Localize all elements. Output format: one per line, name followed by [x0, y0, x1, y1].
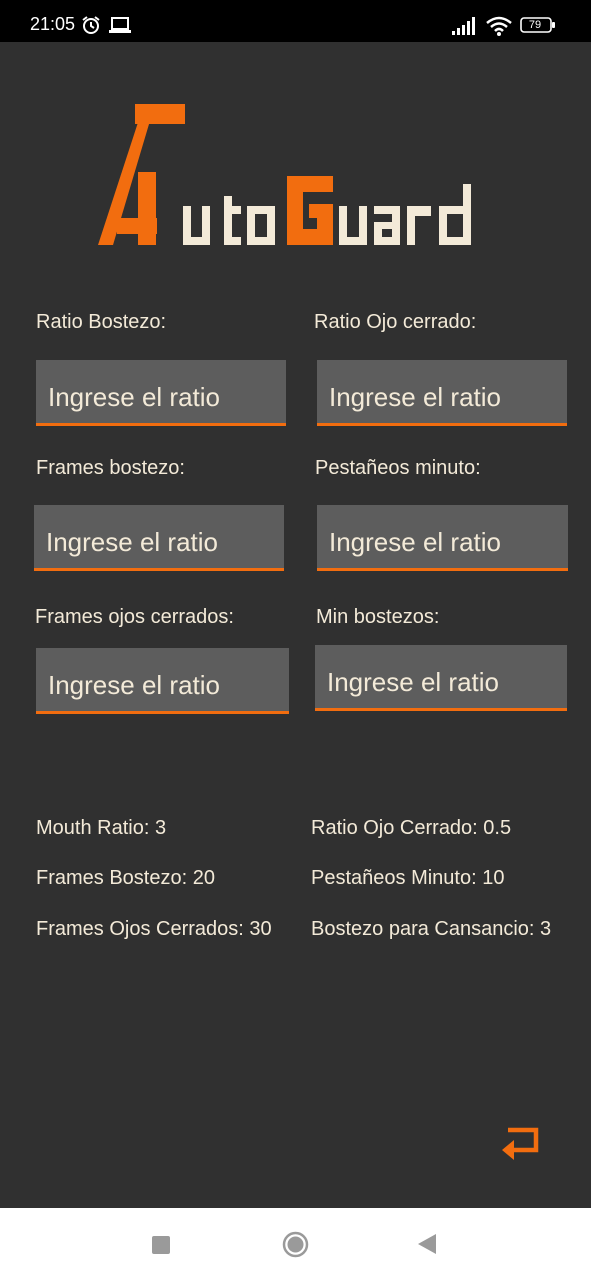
wifi-icon: [486, 16, 512, 36]
recents-button[interactable]: [151, 1235, 171, 1255]
home-button[interactable]: [282, 1231, 309, 1258]
ratio-bostezo-input[interactable]: [36, 360, 286, 426]
status-bar: 21:05 79: [0, 0, 591, 42]
ratio-ojo-cerrado-input[interactable]: [317, 360, 567, 426]
battery-level: 79: [528, 19, 542, 31]
label-ratio-bostezo: Ratio Bostezo:: [36, 311, 167, 333]
laptop-icon: [109, 17, 131, 33]
frames-bostezo-input[interactable]: [34, 505, 284, 571]
alarm-icon: [82, 16, 100, 34]
frames-ojos-cerrados-input[interactable]: [36, 648, 289, 714]
status-time: 21:05: [30, 14, 76, 34]
return-arrow-icon[interactable]: [500, 1124, 540, 1160]
mouth-ratio-value: Mouth Ratio: 3: [36, 817, 167, 839]
label-frames-bostezo: Frames bostezo:: [36, 457, 185, 479]
autoguard-logo: [98, 104, 471, 245]
navigation-bar: [0, 1208, 591, 1280]
ratio-ojo-cerrado-value: Ratio Ojo Cerrado: 0.5: [311, 817, 512, 839]
bostezo-para-cansancio-value: Bostezo para Cansancio: 3: [311, 918, 552, 940]
battery-icon: 79: [520, 17, 555, 33]
label-min-bostezos: Min bostezos:: [316, 606, 440, 628]
label-ratio-ojo-cerrado: Ratio Ojo cerrado:: [314, 311, 477, 333]
signal-icon: [452, 17, 475, 35]
label-frames-ojos-cerrados: Frames ojos cerrados:: [35, 606, 234, 628]
label-pestaneos-minuto: Pestañeos minuto:: [315, 457, 481, 479]
frames-ojos-cerrados-value: Frames Ojos Cerrados: 30: [36, 918, 272, 940]
back-nav-button[interactable]: [416, 1233, 438, 1255]
pestaneos-minuto-value: Pestañeos Minuto: 10: [311, 867, 505, 889]
frames-bostezo-value: Frames Bostezo: 20: [36, 867, 215, 889]
min-bostezos-input[interactable]: [315, 645, 567, 711]
pestaneos-minuto-input[interactable]: [317, 505, 568, 571]
